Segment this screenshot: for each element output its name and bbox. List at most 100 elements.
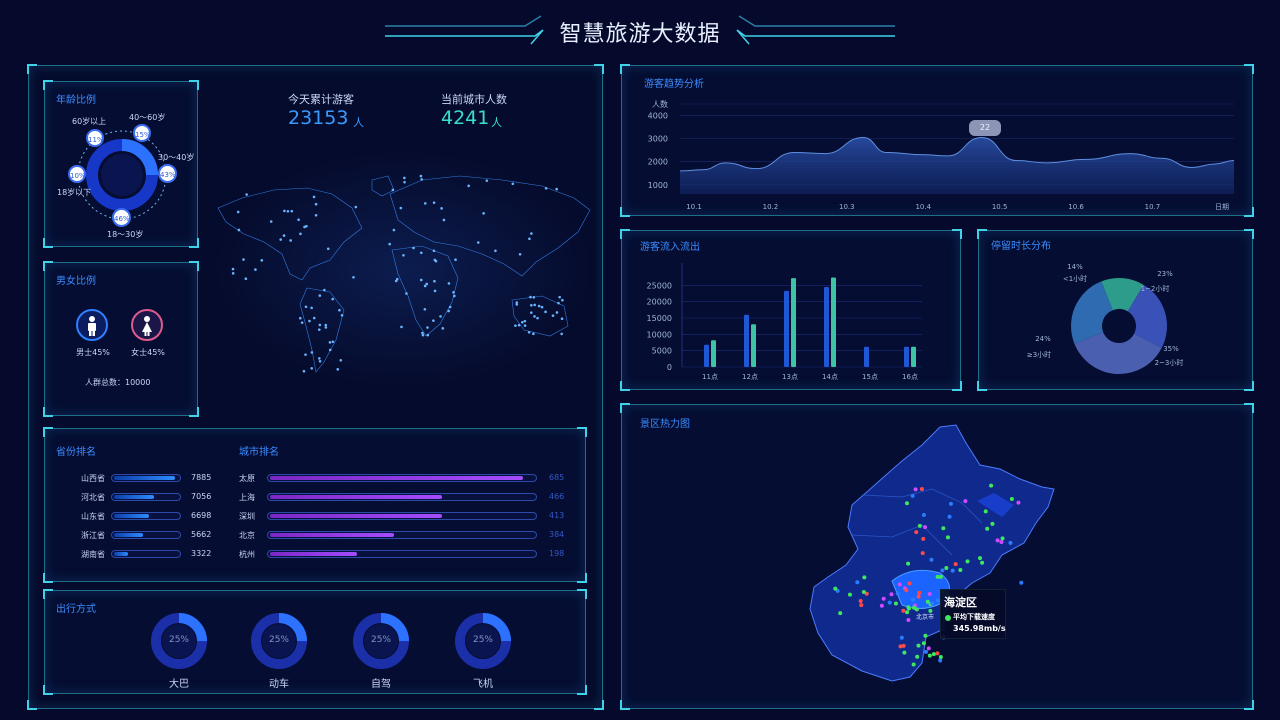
map-node — [324, 323, 328, 327]
map-node — [312, 316, 316, 320]
header-decoration-right — [736, 15, 895, 45]
age-label-60plus: 60岁以上 — [72, 117, 107, 126]
map-node — [423, 202, 427, 205]
trend-panel: 游客趋势分析 1000 2000 3000 4000 人数 10.1 10.2 10.3 10.… — [620, 64, 1254, 217]
flow-panel: 游客流入流出 0 5000 10000 15000 20000 25000 11点 12点 13… — [620, 229, 962, 391]
flow-bar — [711, 340, 716, 367]
map-node — [402, 253, 405, 257]
map-node — [523, 324, 527, 327]
heat-point — [985, 526, 990, 531]
heat-point — [930, 601, 935, 606]
heat-point — [983, 509, 988, 514]
map-node — [326, 247, 330, 251]
heat-point — [927, 653, 932, 658]
heat-point — [921, 512, 926, 517]
province-row: 河北省 7056 — [45, 492, 235, 504]
map-node — [403, 180, 406, 184]
female-label: 女士45% — [131, 348, 165, 357]
heat-point — [915, 654, 920, 659]
heat-point — [920, 551, 925, 556]
map-node — [433, 279, 436, 283]
travel-pct: 25% — [268, 635, 289, 645]
map-node — [533, 303, 536, 307]
city-bar-fill — [270, 533, 395, 537]
map-node — [528, 237, 531, 241]
stay-slice-label: <1小时 — [1063, 274, 1087, 283]
map-node — [328, 341, 332, 344]
map-node — [517, 323, 521, 327]
map-node — [544, 310, 547, 314]
heat-point — [904, 501, 909, 506]
trend-xtick: 10.5 — [992, 203, 1008, 211]
province-name: 浙江省 — [81, 531, 105, 540]
header: 智慧旅游大数据 — [0, 0, 1280, 60]
gender-panel: 男女比例 男士45% 女士45% 人群总数：10000 — [43, 261, 199, 417]
heat-point — [1016, 500, 1021, 505]
city-title: 城市排名 — [239, 447, 279, 458]
province-value: 5662 — [191, 530, 212, 539]
province-value: 7056 — [191, 492, 212, 501]
flow-chart: 0 5000 10000 15000 20000 25000 11点 12点 13点 14点 15点… — [647, 263, 922, 381]
heat-point — [861, 589, 866, 594]
map-node — [231, 272, 235, 275]
male-label: 男士45% — [76, 348, 110, 357]
heat-point — [862, 575, 867, 580]
map-node — [442, 218, 446, 222]
map-node — [551, 314, 555, 317]
heat-point — [1008, 540, 1013, 545]
map-node — [419, 278, 423, 282]
province-bar-fill — [114, 476, 175, 480]
map-node — [533, 315, 536, 318]
heat-point — [847, 592, 852, 597]
heat-point — [917, 523, 922, 528]
map-node — [419, 251, 423, 255]
travel-panel: 出行方式 25% 大巴 25% 动车 25% 自驾 25% 飞机 — [43, 589, 587, 695]
gender-title: 男女比例 — [56, 276, 96, 287]
stay-slice-pct: 24% — [1035, 335, 1051, 343]
map-node — [515, 303, 519, 306]
map-node — [482, 212, 485, 215]
province-row: 浙江省 5662 — [45, 530, 235, 542]
travel-label: 动车 — [269, 679, 289, 690]
heat-point — [887, 600, 892, 605]
province-bar-track — [111, 493, 181, 501]
heat-point — [879, 603, 884, 608]
flow-xtick: 11点 — [702, 373, 718, 381]
map-node — [530, 303, 533, 307]
heat-point — [911, 662, 916, 667]
heat-point — [977, 556, 982, 561]
map-node — [236, 210, 240, 214]
tooltip-metric-value: 345.98mb/s — [953, 624, 1006, 633]
heat-point — [902, 650, 907, 655]
city-value: 384 — [549, 530, 565, 539]
map-node — [391, 188, 395, 192]
heat-point — [1000, 536, 1005, 541]
stay-slice-label: ≥3小时 — [1027, 350, 1051, 359]
map-node — [340, 313, 344, 317]
heat-point — [980, 560, 985, 565]
stay-slice-label: 2~3小时 — [1155, 358, 1184, 367]
trend-area — [680, 137, 1234, 194]
stat-today-value: 23153 — [288, 107, 349, 129]
map-node — [318, 294, 322, 297]
province-value: 7885 — [191, 473, 212, 482]
tooltip-district: 海淀区 — [944, 596, 977, 609]
age-label-18-30: 18～30岁 — [107, 230, 144, 239]
province-name: 湖南省 — [81, 550, 105, 559]
map-node — [518, 252, 522, 256]
travel-label: 自驾 — [371, 679, 391, 690]
map-node — [354, 205, 358, 209]
province-name: 河北省 — [81, 493, 105, 502]
trend-xtick: 10.6 — [1068, 203, 1084, 211]
map-node — [310, 367, 314, 370]
map-node — [527, 331, 531, 334]
age-label-under18: 18岁以下 — [57, 188, 92, 197]
city-bar-fill — [270, 476, 524, 480]
map-node — [529, 295, 532, 299]
map-node — [412, 246, 415, 250]
trend-xtick: 10.1 — [686, 203, 702, 211]
heat-point — [953, 562, 958, 567]
heat-point — [858, 598, 863, 603]
flow-ytick: 20000 — [647, 298, 672, 307]
trend-ytick: 1000 — [648, 181, 668, 190]
